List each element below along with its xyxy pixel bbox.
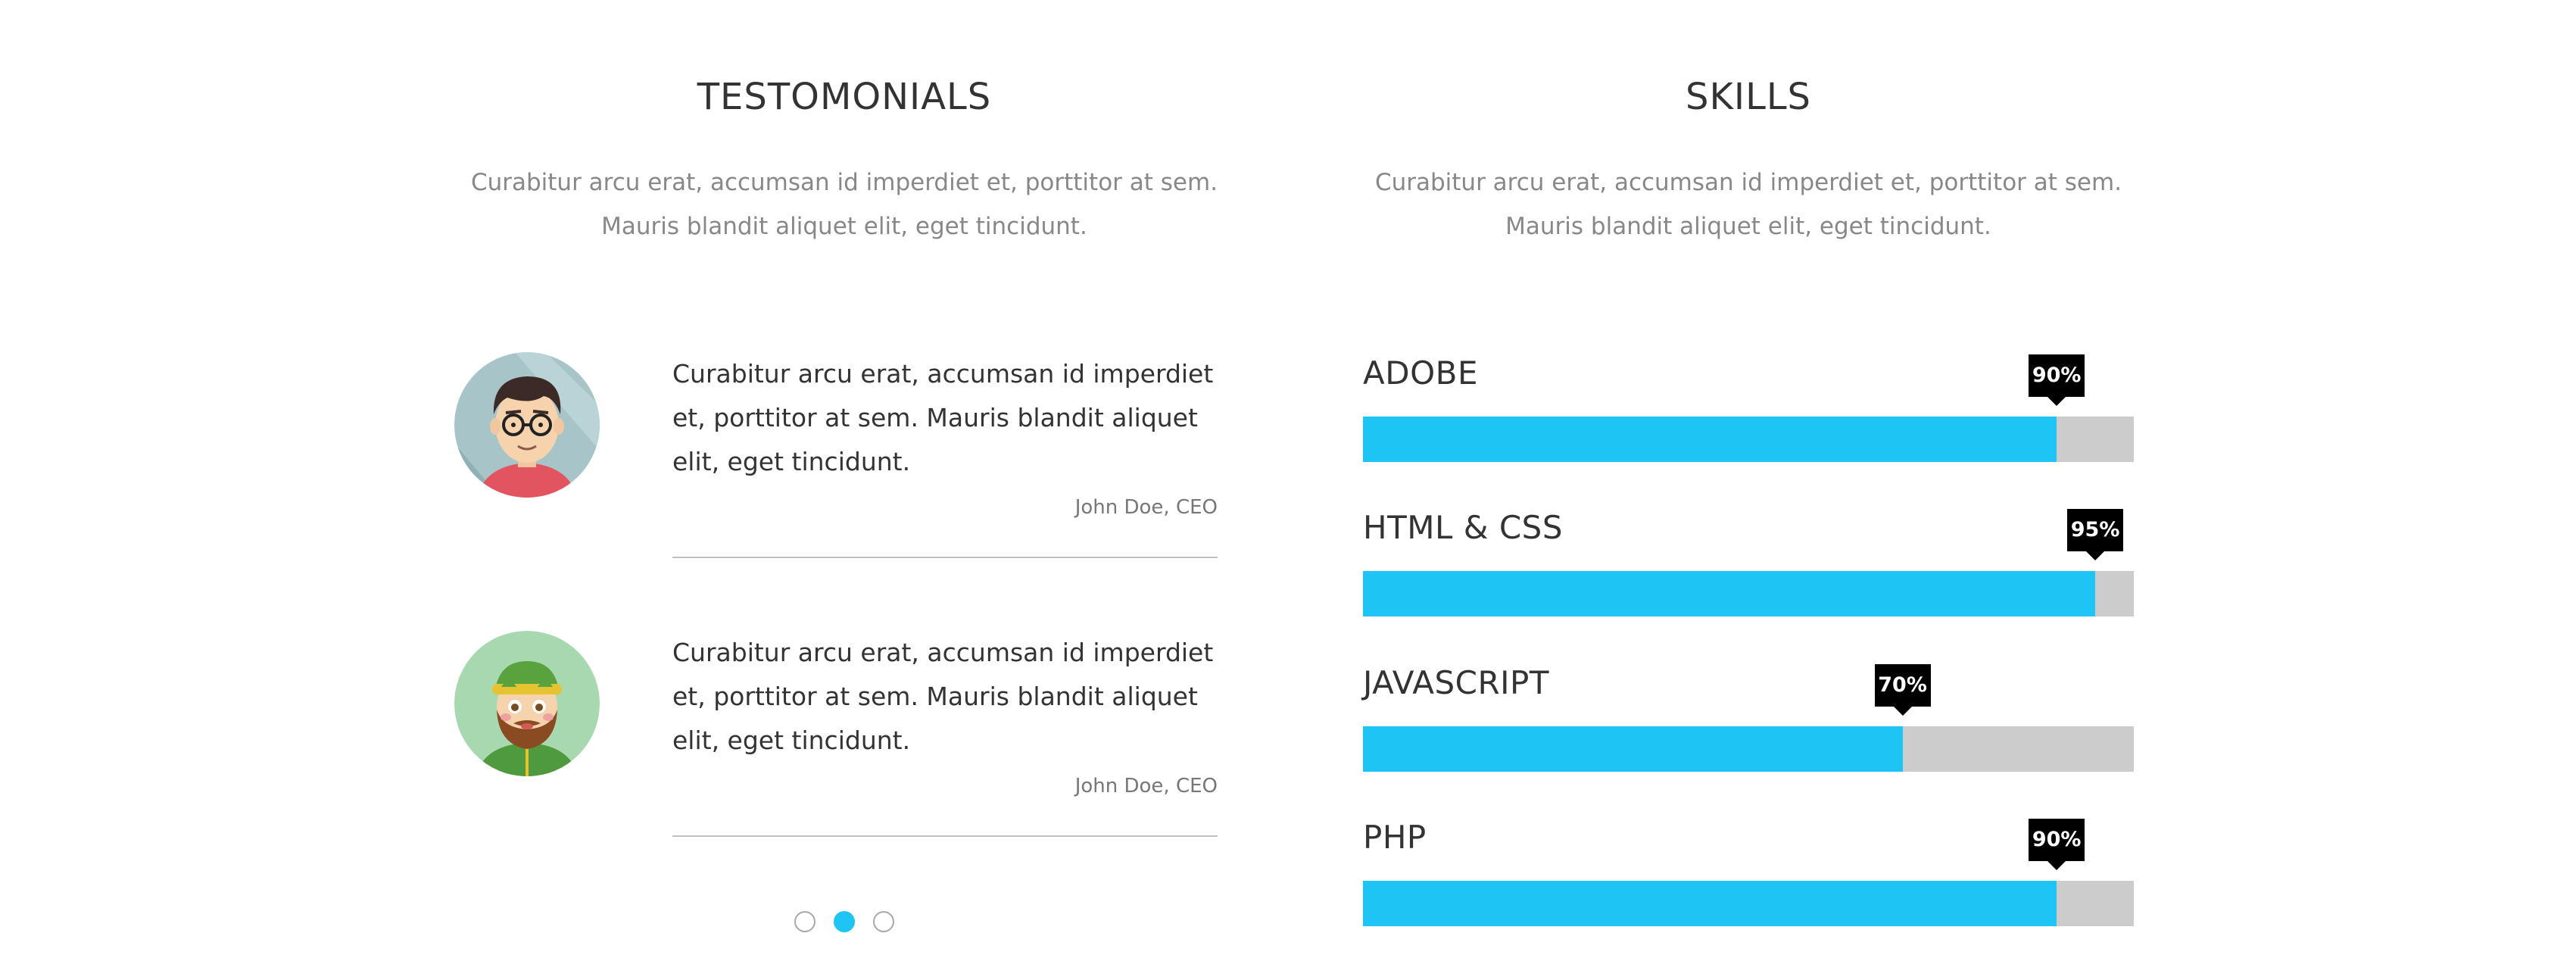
skill-bar-fill xyxy=(1363,571,2096,616)
man-with-glasses-avatar-icon xyxy=(454,352,600,498)
testimonials-title: TESTOMONIALS xyxy=(697,76,992,118)
testimonial-divider xyxy=(672,835,1218,837)
testimonial-quote: Curabitur arcu erat, accumsan id imperdi… xyxy=(672,359,1214,476)
skill-label: HTML & CSS xyxy=(1363,509,1563,546)
pagination-dot-active[interactable] xyxy=(834,911,855,932)
skill-label: ADOBE xyxy=(1363,354,1478,392)
pagination-dot[interactable] xyxy=(794,911,816,932)
skills-description-line: Mauris blandit aliquet elit, eget tincid… xyxy=(1505,213,1991,240)
skills-title: SKILLS xyxy=(1685,76,1812,118)
skill-item: PHP 90% xyxy=(1363,819,2134,940)
testimonial-divider xyxy=(672,557,1218,558)
testimonial-author: John Doe, CEO xyxy=(1074,775,1218,797)
testimonials-description-line: Mauris blandit aliquet elit, eget tincid… xyxy=(601,213,1087,240)
skill-bar-track xyxy=(1363,571,2134,616)
skill-label: PHP xyxy=(1363,819,1427,856)
testimonial-author: John Doe, CEO xyxy=(1074,496,1218,519)
skill-item: ADOBE 90% xyxy=(1363,354,2134,476)
skills-description-line: Curabitur arcu erat, accumsan id imperdi… xyxy=(1374,169,2122,196)
skill-bar-track xyxy=(1363,726,2134,772)
testimonial-quote: Curabitur arcu erat, accumsan id imperdi… xyxy=(672,638,1214,755)
skill-item: JAVASCRIPT 70% xyxy=(1363,664,2134,785)
skill-percent-tag: 90% xyxy=(2029,354,2085,406)
skills-description: Curabitur arcu erat, accumsan id imperdi… xyxy=(1363,161,2134,248)
skill-label: JAVASCRIPT xyxy=(1363,664,1550,701)
skill-bar-fill xyxy=(1363,417,2057,462)
testimonials-description: Curabitur arcu erat, accumsan id imperdi… xyxy=(447,161,1242,248)
skill-percent-tag: 95% xyxy=(2067,509,2124,560)
testimonial-pagination xyxy=(447,911,1242,932)
testimonial-item: Curabitur arcu erat, accumsan id imperdi… xyxy=(447,352,1242,558)
skill-bar-fill xyxy=(1363,726,1903,772)
skill-bar-track xyxy=(1363,881,2134,926)
pagination-dot[interactable] xyxy=(873,911,894,932)
bearded-man-with-hat-avatar-icon xyxy=(454,631,600,776)
skill-percent-tag: 90% xyxy=(2029,819,2085,870)
skill-bar-fill xyxy=(1363,881,2057,926)
skill-percent-tag: 70% xyxy=(1874,664,1931,716)
skill-bar-track xyxy=(1363,417,2134,462)
testimonials-description-line: Curabitur arcu erat, accumsan id imperdi… xyxy=(470,169,1218,196)
skill-item: HTML & CSS 95% xyxy=(1363,509,2134,630)
testimonial-item: Curabitur arcu erat, accumsan id imperdi… xyxy=(447,631,1242,837)
